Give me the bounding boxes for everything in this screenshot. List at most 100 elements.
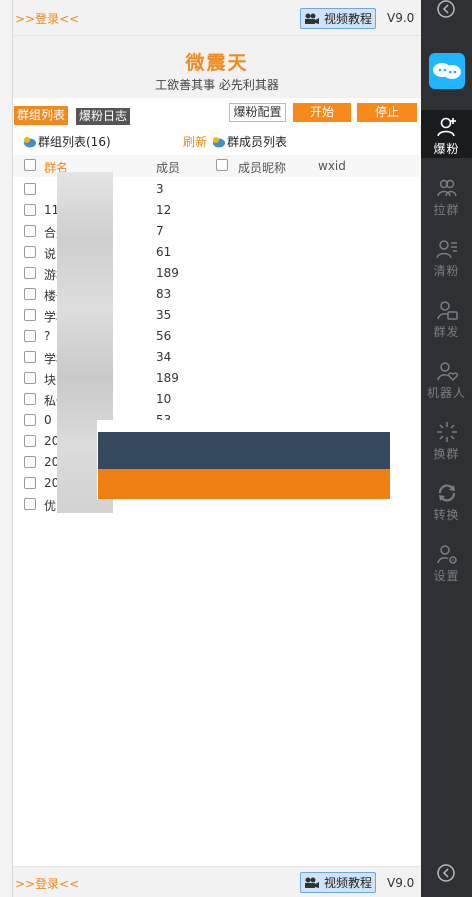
table-row[interactable]: 说口才...61 xyxy=(13,243,213,264)
row-checkbox[interactable] xyxy=(24,204,36,216)
sidebar-item-fan-boost[interactable]: 爆粉 xyxy=(421,110,472,158)
start-button[interactable]: 开始 xyxy=(293,103,351,122)
member-count: 189 xyxy=(156,371,179,385)
sidebar-label: 爆粉 xyxy=(433,142,460,156)
row-checkbox[interactable] xyxy=(24,372,36,384)
stop-button[interactable]: 停止 xyxy=(357,103,417,122)
member-list-label: 群成员列表 xyxy=(227,135,288,149)
camera-icon xyxy=(304,877,319,888)
version-label-bottom: V9.0 xyxy=(387,876,415,890)
sidebar-item-settings[interactable]: 设置 xyxy=(421,537,472,585)
member-count: 3 xyxy=(156,182,164,196)
row-checkbox[interactable] xyxy=(24,414,36,426)
video-tutorial-button[interactable]: 视频教程 xyxy=(300,8,376,29)
collapse-down-icon[interactable] xyxy=(435,862,457,884)
row-checkbox[interactable] xyxy=(24,477,36,489)
refresh-icon xyxy=(438,484,455,502)
sidebar-item-convert[interactable]: 转换 xyxy=(421,476,472,524)
top-bar: >>登录<< 视频教程 V9.0 xyxy=(13,0,421,36)
group-icon xyxy=(436,179,457,197)
video-tutorial-button-bottom[interactable]: 视频教程 xyxy=(300,872,376,893)
main-panel: >>登录<< 视频教程 V9.0 微震天 工欲善其事 必先利其器 群组列表 爆粉… xyxy=(12,0,421,897)
sidebar-label: 机器人 xyxy=(426,386,466,400)
row-checkbox[interactable] xyxy=(24,288,36,300)
row-checkbox[interactable] xyxy=(24,183,36,195)
video-tutorial-label-bottom: 视频教程 xyxy=(323,876,372,890)
select-all-members-checkbox[interactable] xyxy=(216,159,228,171)
member-count: 83 xyxy=(156,287,172,301)
group-list-title: 群组列表(16) xyxy=(23,133,111,150)
column-members: 成员 xyxy=(156,161,181,175)
table-row[interactable]: 楼一单...83 xyxy=(13,285,213,306)
sidebar-item-robot[interactable]: 机器人 xyxy=(421,354,472,402)
row-checkbox[interactable] xyxy=(24,456,36,468)
table-row[interactable]: 块团...189 xyxy=(13,369,213,390)
row-checkbox[interactable] xyxy=(24,246,36,258)
table-row[interactable]: 学校三...34 xyxy=(13,348,213,369)
tab-fan-log[interactable]: 爆粉日志 xyxy=(76,108,131,125)
row-checkbox[interactable] xyxy=(24,351,36,363)
app-title: 微震天 xyxy=(185,52,249,74)
table-row[interactable]: 游群 189 xyxy=(13,264,213,285)
add-user-icon xyxy=(436,117,456,137)
left-strip xyxy=(0,0,12,897)
member-count: 10 xyxy=(156,392,172,406)
sidebar-label: 群发 xyxy=(433,325,460,339)
collapse-up-icon[interactable] xyxy=(434,0,458,20)
user-heart-icon xyxy=(436,362,458,381)
table-row[interactable]: 3 xyxy=(13,180,213,201)
group-count-label: 群组列表(16) xyxy=(38,135,111,149)
wave-graphic xyxy=(98,469,390,499)
camera-icon xyxy=(304,13,319,24)
member-count: 35 xyxy=(156,308,172,322)
header: 微震天 工欲善其事 必先利其器 xyxy=(13,36,421,98)
list-header: 群组列表(16) 刷新 群成员列表 xyxy=(13,130,421,152)
table-row[interactable]: 1102.12 xyxy=(13,201,213,222)
version-label: V9.0 xyxy=(387,11,415,25)
bird-icon xyxy=(24,136,36,147)
login-link[interactable]: >>登录<< xyxy=(15,10,79,27)
column-member-nickname: 成员昵称 xyxy=(238,161,287,175)
row-checkbox[interactable] xyxy=(24,330,36,342)
row-checkbox[interactable] xyxy=(24,225,36,237)
banner-image xyxy=(98,432,390,499)
app-slogan: 工欲善其事 必先利其器 xyxy=(155,78,279,92)
select-all-groups-checkbox[interactable] xyxy=(24,159,36,171)
refresh-link[interactable]: 刷新 xyxy=(183,133,207,150)
user-list-icon xyxy=(435,240,457,259)
user-gear-icon xyxy=(436,545,457,564)
row-checkbox[interactable] xyxy=(24,498,36,510)
sidebar-item-clear-fans[interactable]: 清粉 xyxy=(421,232,472,280)
sidebar-item-switch-group[interactable]: 换群 xyxy=(421,415,472,463)
row-checkbox[interactable] xyxy=(24,267,36,279)
tab-row: 群组列表 爆粉日志 爆粉配置 开始 停止 xyxy=(13,98,421,126)
member-list-title: 群成员列表 xyxy=(212,133,287,150)
sparkle-icon xyxy=(436,422,457,442)
member-count: 61 xyxy=(156,245,172,259)
row-checkbox[interactable] xyxy=(24,309,36,321)
table-row[interactable]: 学校一...35 xyxy=(13,306,213,327)
app-window: >>登录<< 视频教程 V9.0 微震天 工欲善其事 必先利其器 群组列表 爆粉… xyxy=(0,0,472,897)
member-count: 189 xyxy=(156,266,179,280)
sidebar-item-broadcast[interactable]: 群发 xyxy=(421,293,472,341)
column-wxid: wxid xyxy=(318,159,346,173)
bottom-bar: >>登录<< 视频教程 V9.0 xyxy=(13,866,421,897)
table-row[interactable]: 私信...10 xyxy=(13,390,213,411)
member-count: 34 xyxy=(156,350,172,364)
table-row[interactable]: 合购 7 xyxy=(13,222,213,243)
sidebar-label: 拉群 xyxy=(433,203,460,217)
row-checkbox[interactable] xyxy=(24,393,36,405)
tab-group-list[interactable]: 群组列表 xyxy=(14,106,69,125)
sidebar-label: 清粉 xyxy=(433,264,460,278)
sidebar: 爆粉 拉群 清粉 群发 机器人 换群 转换 设置 xyxy=(421,0,472,897)
member-count: 12 xyxy=(156,203,172,217)
table-row[interactable]: ? 56 xyxy=(13,327,213,348)
login-link-bottom[interactable]: >>登录<< xyxy=(15,875,79,892)
row-checkbox[interactable] xyxy=(24,435,36,447)
member-count: 7 xyxy=(156,224,164,238)
sidebar-label: 转换 xyxy=(433,508,460,522)
video-tutorial-label: 视频教程 xyxy=(323,12,372,26)
config-button[interactable]: 爆粉配置 xyxy=(229,103,286,122)
bird-icon xyxy=(213,136,225,147)
sidebar-item-pull-group[interactable]: 拉群 xyxy=(421,171,472,219)
